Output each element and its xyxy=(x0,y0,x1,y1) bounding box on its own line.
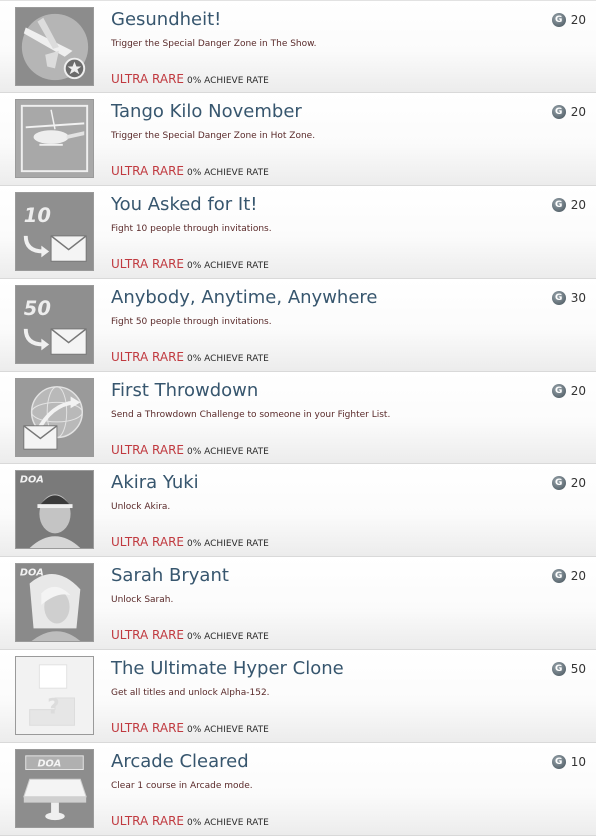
achievement-row[interactable]: DOA Arcade Cleared Clear 1 course in Arc… xyxy=(0,743,596,836)
gamerscore-icon: G xyxy=(551,755,566,770)
achievement-row[interactable]: First Throwdown Send a Throwdown Challen… xyxy=(0,371,596,465)
icon-badge-text: 50 xyxy=(24,297,51,320)
achieve-rate: 0% ACHIEVE RATE xyxy=(187,76,269,86)
gamerscore-points: 50 xyxy=(570,662,586,677)
achieve-rate: 0% ACHIEVE RATE xyxy=(187,260,269,271)
achievement-rarity: ULTRA RARE 0% ACHIEVE RATE xyxy=(111,160,269,179)
achievement-row[interactable]: Gesundheit! Trigger the Special Danger Z… xyxy=(0,0,596,93)
achievement-row[interactable]: 50 Anybody, Anytime, Anywhere Fight 50 p… xyxy=(0,278,596,372)
gamerscore-icon: G xyxy=(551,290,566,305)
icon-badge-text: 10 xyxy=(24,204,51,227)
achievement-rarity: ULTRA RARE 0% ACHIEVE RATE xyxy=(111,439,269,458)
gamerscore: G 10 xyxy=(551,755,586,770)
achievement-rarity: ULTRA RARE 0% ACHIEVE RATE xyxy=(111,624,269,643)
gamerscore: G 20 xyxy=(551,476,586,491)
achievement-rarity: ULTRA RARE 0% ACHIEVE RATE xyxy=(111,253,269,272)
achievement-row[interactable]: DOA Sarah Bryant Unlock Sarah. ULTRA RAR… xyxy=(0,557,596,651)
gamerscore-points: 20 xyxy=(570,383,586,398)
achievement-description: Unlock Akira. xyxy=(111,502,171,513)
achievement-row[interactable]: 10 You Asked for It! Fight 10 people thr… xyxy=(0,185,596,279)
achieve-rate: 0% ACHIEVE RATE xyxy=(187,167,269,178)
achievement-title: Anybody, Anytime, Anywhere xyxy=(111,286,378,308)
achievement-rarity: ULTRA RARE 0% ACHIEVE RATE xyxy=(111,346,269,365)
rarity-label: ULTRA RARE xyxy=(111,256,185,271)
achievement-description: Fight 10 people through invitations. xyxy=(111,223,272,234)
invitation-10-icon: 10 xyxy=(15,191,94,271)
achievement-row[interactable]: DOA Akira Yuki Unlock Akira. ULTRA RARE 0… xyxy=(0,464,596,558)
achievement-title: Sarah Bryant xyxy=(111,565,229,587)
gamerscore-icon: G xyxy=(551,104,566,119)
rarity-label: ULTRA RARE xyxy=(111,163,185,178)
achievement-description: Unlock Sarah. xyxy=(111,595,174,606)
achievement-title: Tango Kilo November xyxy=(111,100,302,122)
rarity-label: ULTRA RARE xyxy=(111,349,185,364)
achievement-title: Akira Yuki xyxy=(111,472,199,494)
achievement-description: Trigger the Special Danger Zone in Hot Z… xyxy=(111,130,316,141)
gamerscore-points: 20 xyxy=(570,197,586,212)
achievement-list: Gesundheit! Trigger the Special Danger Z… xyxy=(0,0,596,836)
achievement-description: Clear 1 course in Arcade mode. xyxy=(111,781,253,792)
achieve-rate: 0% ACHIEVE RATE xyxy=(187,818,269,829)
icon-badge-text: DOA xyxy=(20,568,44,579)
gamerscore-icon: G xyxy=(551,383,566,398)
achievement-description: Send a Throwdown Challenge to someone in… xyxy=(111,409,391,420)
globe-envelope-icon xyxy=(15,377,94,457)
achievement-description: Trigger the Special Danger Zone in The S… xyxy=(111,39,317,49)
rarity-label: ULTRA RARE xyxy=(111,628,185,643)
akira-portrait-icon: DOA xyxy=(15,470,94,550)
achievement-title: The Ultimate Hyper Clone xyxy=(111,658,344,680)
arcade-trophy-icon: DOA xyxy=(15,749,94,829)
gamerscore: G 20 xyxy=(551,569,586,584)
achievement-rarity: ULTRA RARE 0% ACHIEVE RATE xyxy=(111,68,269,87)
gamerscore-points: 20 xyxy=(570,569,586,584)
achievement-rarity: ULTRA RARE 0% ACHIEVE RATE xyxy=(111,717,269,736)
achieve-rate: 0% ACHIEVE RATE xyxy=(187,539,269,550)
gamerscore: G 20 xyxy=(551,104,586,119)
rarity-label: ULTRA RARE xyxy=(111,442,185,457)
gamerscore-icon: G xyxy=(551,569,566,584)
gamerscore-icon: G xyxy=(551,13,566,27)
achievement-title: First Throwdown xyxy=(111,379,259,401)
achievement-rarity: ULTRA RARE 0% ACHIEVE RATE xyxy=(111,531,269,550)
gamerscore-points: 20 xyxy=(570,13,586,27)
achievement-description: Get all titles and unlock Alpha-152. xyxy=(111,688,270,699)
gamerscore: G 20 xyxy=(551,13,586,27)
gamerscore: G 30 xyxy=(551,290,586,305)
achievement-description: Fight 50 people through invitations. xyxy=(111,316,272,327)
gamerscore-points: 20 xyxy=(570,476,586,491)
gamerscore: G 20 xyxy=(551,197,586,212)
achieve-rate: 0% ACHIEVE RATE xyxy=(187,725,269,736)
rarity-label: ULTRA RARE xyxy=(111,814,185,829)
icon-badge-text: ? xyxy=(47,695,59,720)
achievement-title: Arcade Cleared xyxy=(111,751,249,773)
achievement-rarity: ULTRA RARE 0% ACHIEVE RATE xyxy=(111,810,269,829)
achievement-title: Gesundheit! xyxy=(111,9,222,30)
jet-fighter-icon xyxy=(15,7,94,86)
rarity-label: ULTRA RARE xyxy=(111,721,185,736)
achieve-rate: 0% ACHIEVE RATE xyxy=(187,446,269,457)
icon-badge-text: DOA xyxy=(37,759,61,770)
gamerscore-icon: G xyxy=(551,476,566,491)
invitation-50-icon: 50 xyxy=(15,284,94,364)
achievement-row[interactable]: ? The Ultimate Hyper Clone Get all title… xyxy=(0,650,596,744)
sarah-portrait-icon: DOA xyxy=(15,563,94,643)
gamerscore-icon: G xyxy=(551,197,566,212)
achieve-rate: 0% ACHIEVE RATE xyxy=(187,632,269,643)
achievement-title: You Asked for It! xyxy=(111,193,258,215)
gamerscore: G 20 xyxy=(551,383,586,398)
gamerscore-points: 20 xyxy=(570,104,586,119)
rarity-label: ULTRA RARE xyxy=(111,72,185,86)
gamerscore: G 50 xyxy=(551,662,586,677)
gamerscore-points: 30 xyxy=(570,290,586,305)
icon-badge-text: DOA xyxy=(20,475,44,486)
helicopter-icon xyxy=(15,98,94,178)
gamerscore-icon: G xyxy=(551,662,566,677)
gamerscore-points: 10 xyxy=(570,755,586,770)
secret-question-icon: ? xyxy=(15,656,94,736)
achieve-rate: 0% ACHIEVE RATE xyxy=(187,353,269,364)
rarity-label: ULTRA RARE xyxy=(111,535,185,550)
achievement-row[interactable]: Tango Kilo November Trigger the Special … xyxy=(0,92,596,186)
